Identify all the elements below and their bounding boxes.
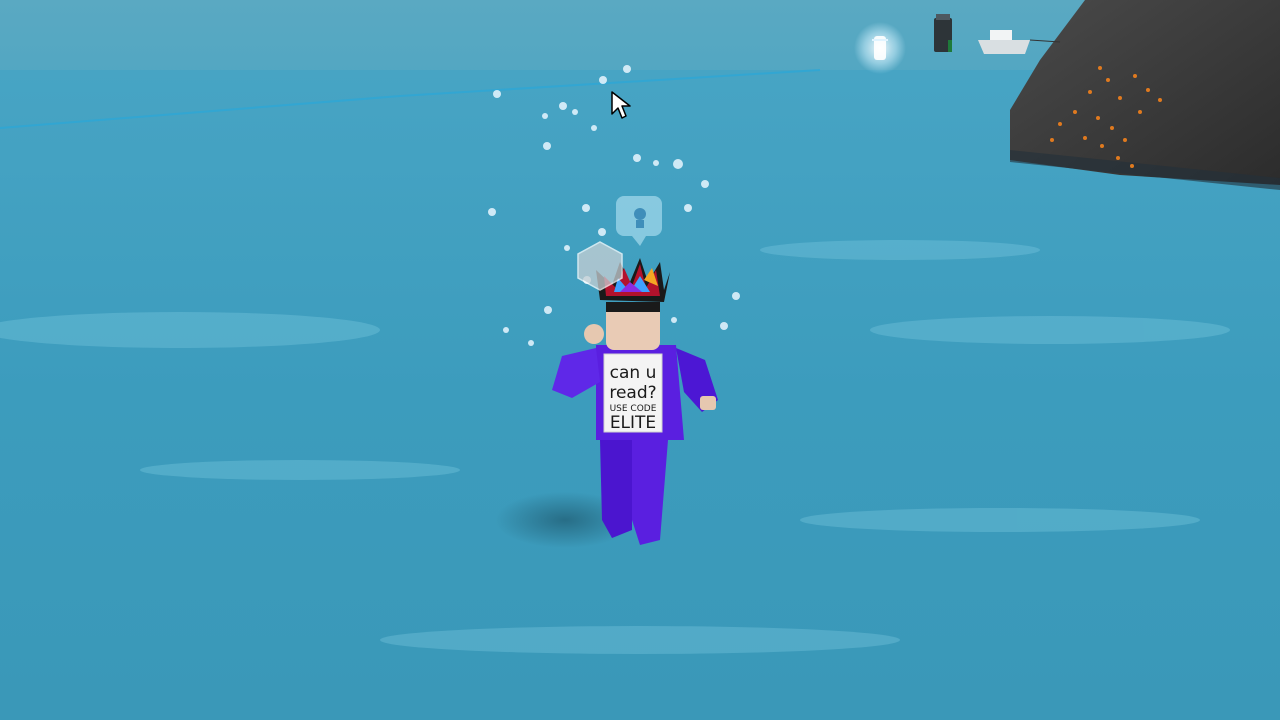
shirt-line-2: read? bbox=[609, 383, 656, 403]
shirt-line-4: ELITE bbox=[610, 413, 656, 433]
scene-canvas: can u read? USE CODE ELITE bbox=[0, 0, 1280, 720]
game-viewport[interactable]: can u read? USE CODE ELITE bbox=[0, 0, 1280, 720]
glowing-lantern-icon bbox=[854, 22, 906, 74]
shirt-line-1: can u bbox=[610, 363, 657, 383]
buoy-icon bbox=[934, 14, 952, 52]
